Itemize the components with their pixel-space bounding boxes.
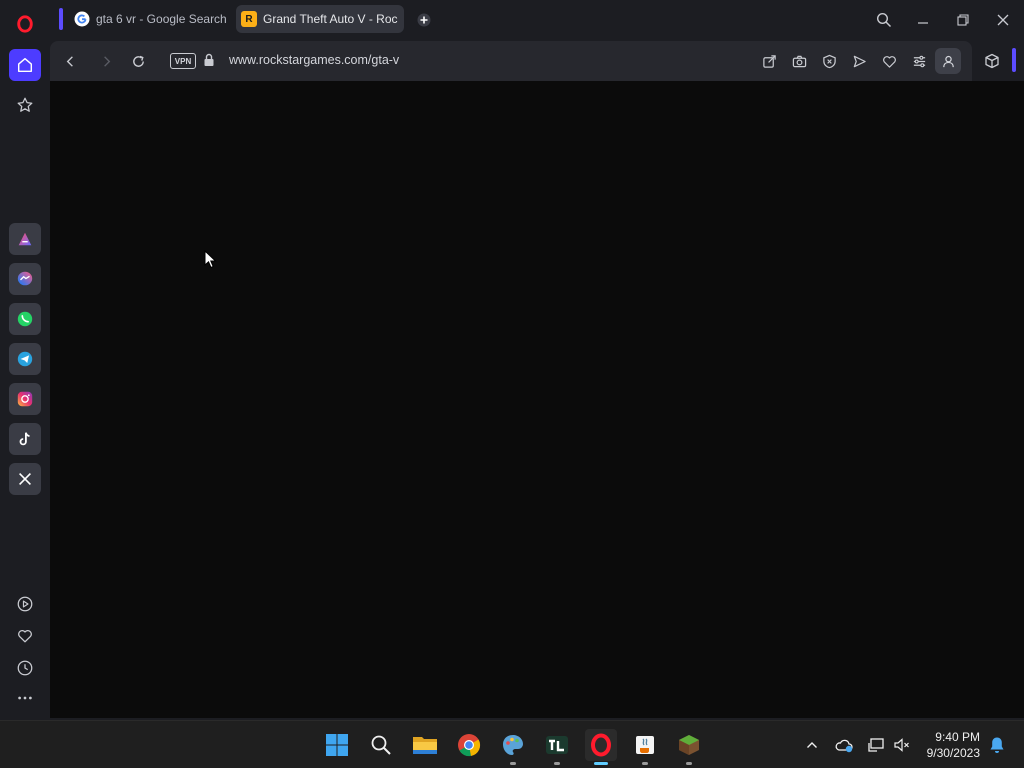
rockstar-icon: R [241, 11, 257, 27]
opera-taskbar-icon[interactable] [585, 729, 617, 765]
minimize-button[interactable] [910, 8, 936, 32]
instagram-icon[interactable] [9, 383, 41, 415]
page-content-edge [972, 81, 1024, 718]
search-tabs-icon[interactable] [871, 8, 897, 32]
whatsapp-icon[interactable] [9, 303, 41, 335]
reload-button[interactable] [127, 50, 149, 72]
volume-muted-icon[interactable] [888, 729, 916, 761]
tlauncher-icon[interactable] [541, 729, 573, 765]
google-g-icon [74, 11, 90, 27]
telegram-icon[interactable] [9, 343, 41, 375]
sidebar [0, 0, 50, 720]
tiktok-icon[interactable] [9, 423, 41, 455]
tab-label: Grand Theft Auto V - Roc [263, 12, 398, 26]
clock-date: 9/30/2023 [926, 746, 980, 760]
snapshot-icon[interactable] [788, 50, 810, 72]
address-bar: VPN www.rockstargames.com/gta-v [50, 41, 972, 81]
tab-rockstar-gta-v[interactable]: R Grand Theft Auto V - Roc [236, 5, 404, 33]
tab-label: gta 6 vr - Google Search [96, 12, 227, 26]
easy-setup-icon[interactable] [908, 50, 930, 72]
adblock-shield-icon[interactable] [818, 50, 840, 72]
tab-google-search[interactable]: gta 6 vr - Google Search [70, 5, 232, 33]
paint-app-icon[interactable] [497, 729, 529, 765]
history-icon[interactable] [9, 652, 41, 684]
vpn-badge[interactable]: VPN [170, 53, 196, 69]
lock-icon[interactable] [203, 53, 215, 72]
running-indicator [510, 762, 516, 765]
running-indicator [642, 762, 648, 765]
network-icon[interactable] [862, 729, 890, 761]
x-icon[interactable] [9, 463, 41, 495]
file-explorer-icon[interactable] [409, 729, 441, 761]
running-indicator [686, 762, 692, 765]
workspace-indicator [59, 8, 63, 30]
java-icon[interactable] [629, 729, 661, 765]
minecraft-icon[interactable] [673, 729, 705, 765]
tab-bar: gta 6 vr - Google Search R Grand Theft A… [50, 0, 1024, 40]
forward-button[interactable] [95, 50, 117, 72]
taskbar: 9:40 PM 9/30/2023 [0, 720, 1024, 768]
windows-start-icon[interactable] [321, 729, 353, 761]
star-icon[interactable] [9, 89, 41, 121]
share-icon[interactable] [758, 50, 780, 72]
active-indicator [594, 762, 608, 765]
running-indicator [554, 762, 560, 765]
profile-icon[interactable] [935, 48, 961, 74]
player-icon[interactable] [9, 588, 41, 620]
system-clock[interactable]: 9:40 PM 9/30/2023 [927, 729, 980, 761]
aria-icon[interactable] [9, 223, 41, 255]
clock-time: 9:40 PM [935, 730, 980, 744]
close-window-button[interactable] [990, 8, 1016, 32]
extensions-cube-icon[interactable] [976, 46, 1008, 76]
mouse-cursor-icon [204, 249, 218, 275]
heart-icon[interactable] [9, 620, 41, 652]
page-content [50, 81, 972, 718]
restore-button[interactable] [950, 8, 976, 32]
back-button[interactable] [59, 50, 81, 72]
chevron-up-icon[interactable] [798, 729, 826, 761]
opera-logo-icon[interactable] [9, 8, 41, 40]
bookmark-heart-icon[interactable] [878, 50, 900, 72]
onedrive-icon[interactable] [830, 729, 858, 761]
chrome-icon[interactable] [453, 729, 485, 761]
more-icon[interactable] [9, 682, 41, 714]
taskbar-search-icon[interactable] [365, 729, 397, 761]
notification-bell-icon[interactable] [984, 729, 1010, 761]
home-icon[interactable] [9, 49, 41, 81]
url-field[interactable]: www.rockstargames.com/gta-v [229, 53, 399, 67]
send-icon[interactable] [848, 50, 870, 72]
messenger-icon[interactable] [9, 263, 41, 295]
sidebar-toggle-indicator [1012, 48, 1016, 72]
new-tab-button[interactable] [411, 8, 437, 32]
